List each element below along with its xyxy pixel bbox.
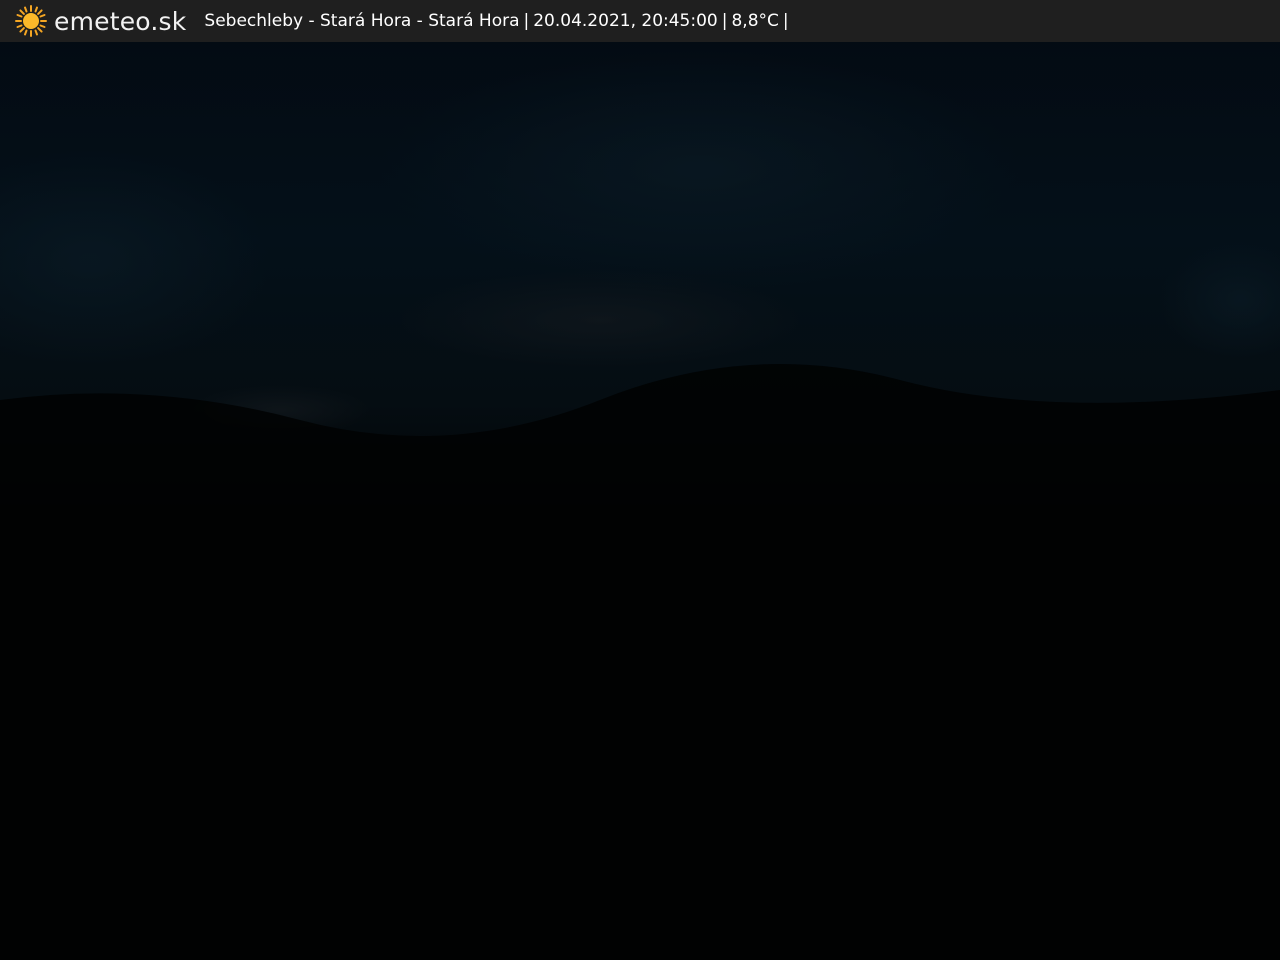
separator: | [523,11,530,31]
temperature-label: 8,8°C [731,11,779,31]
cloud [380,50,1020,290]
sun-icon [15,5,47,37]
cloud [400,270,800,370]
separator: | [782,11,789,31]
night-webcam-image [0,0,1280,960]
datetime-label: 20.04.2021, 20:45:00 [533,11,718,31]
caption-bar: emeteo.sk Sebechleby - Stará Hora - Star… [0,0,1280,42]
webcam-frame: emeteo.sk Sebechleby - Stará Hora - Star… [0,0,1280,960]
hill-silhouette [0,364,1280,960]
webcam-caption: Sebechleby - Stará Hora - Stará Hora | 2… [204,11,792,31]
separator: | [721,11,728,31]
brand-name: emeteo.sk [54,6,187,36]
location-label: Sebechleby - Stará Hora - Stará Hora [204,11,520,31]
logo: emeteo.sk [14,0,186,42]
